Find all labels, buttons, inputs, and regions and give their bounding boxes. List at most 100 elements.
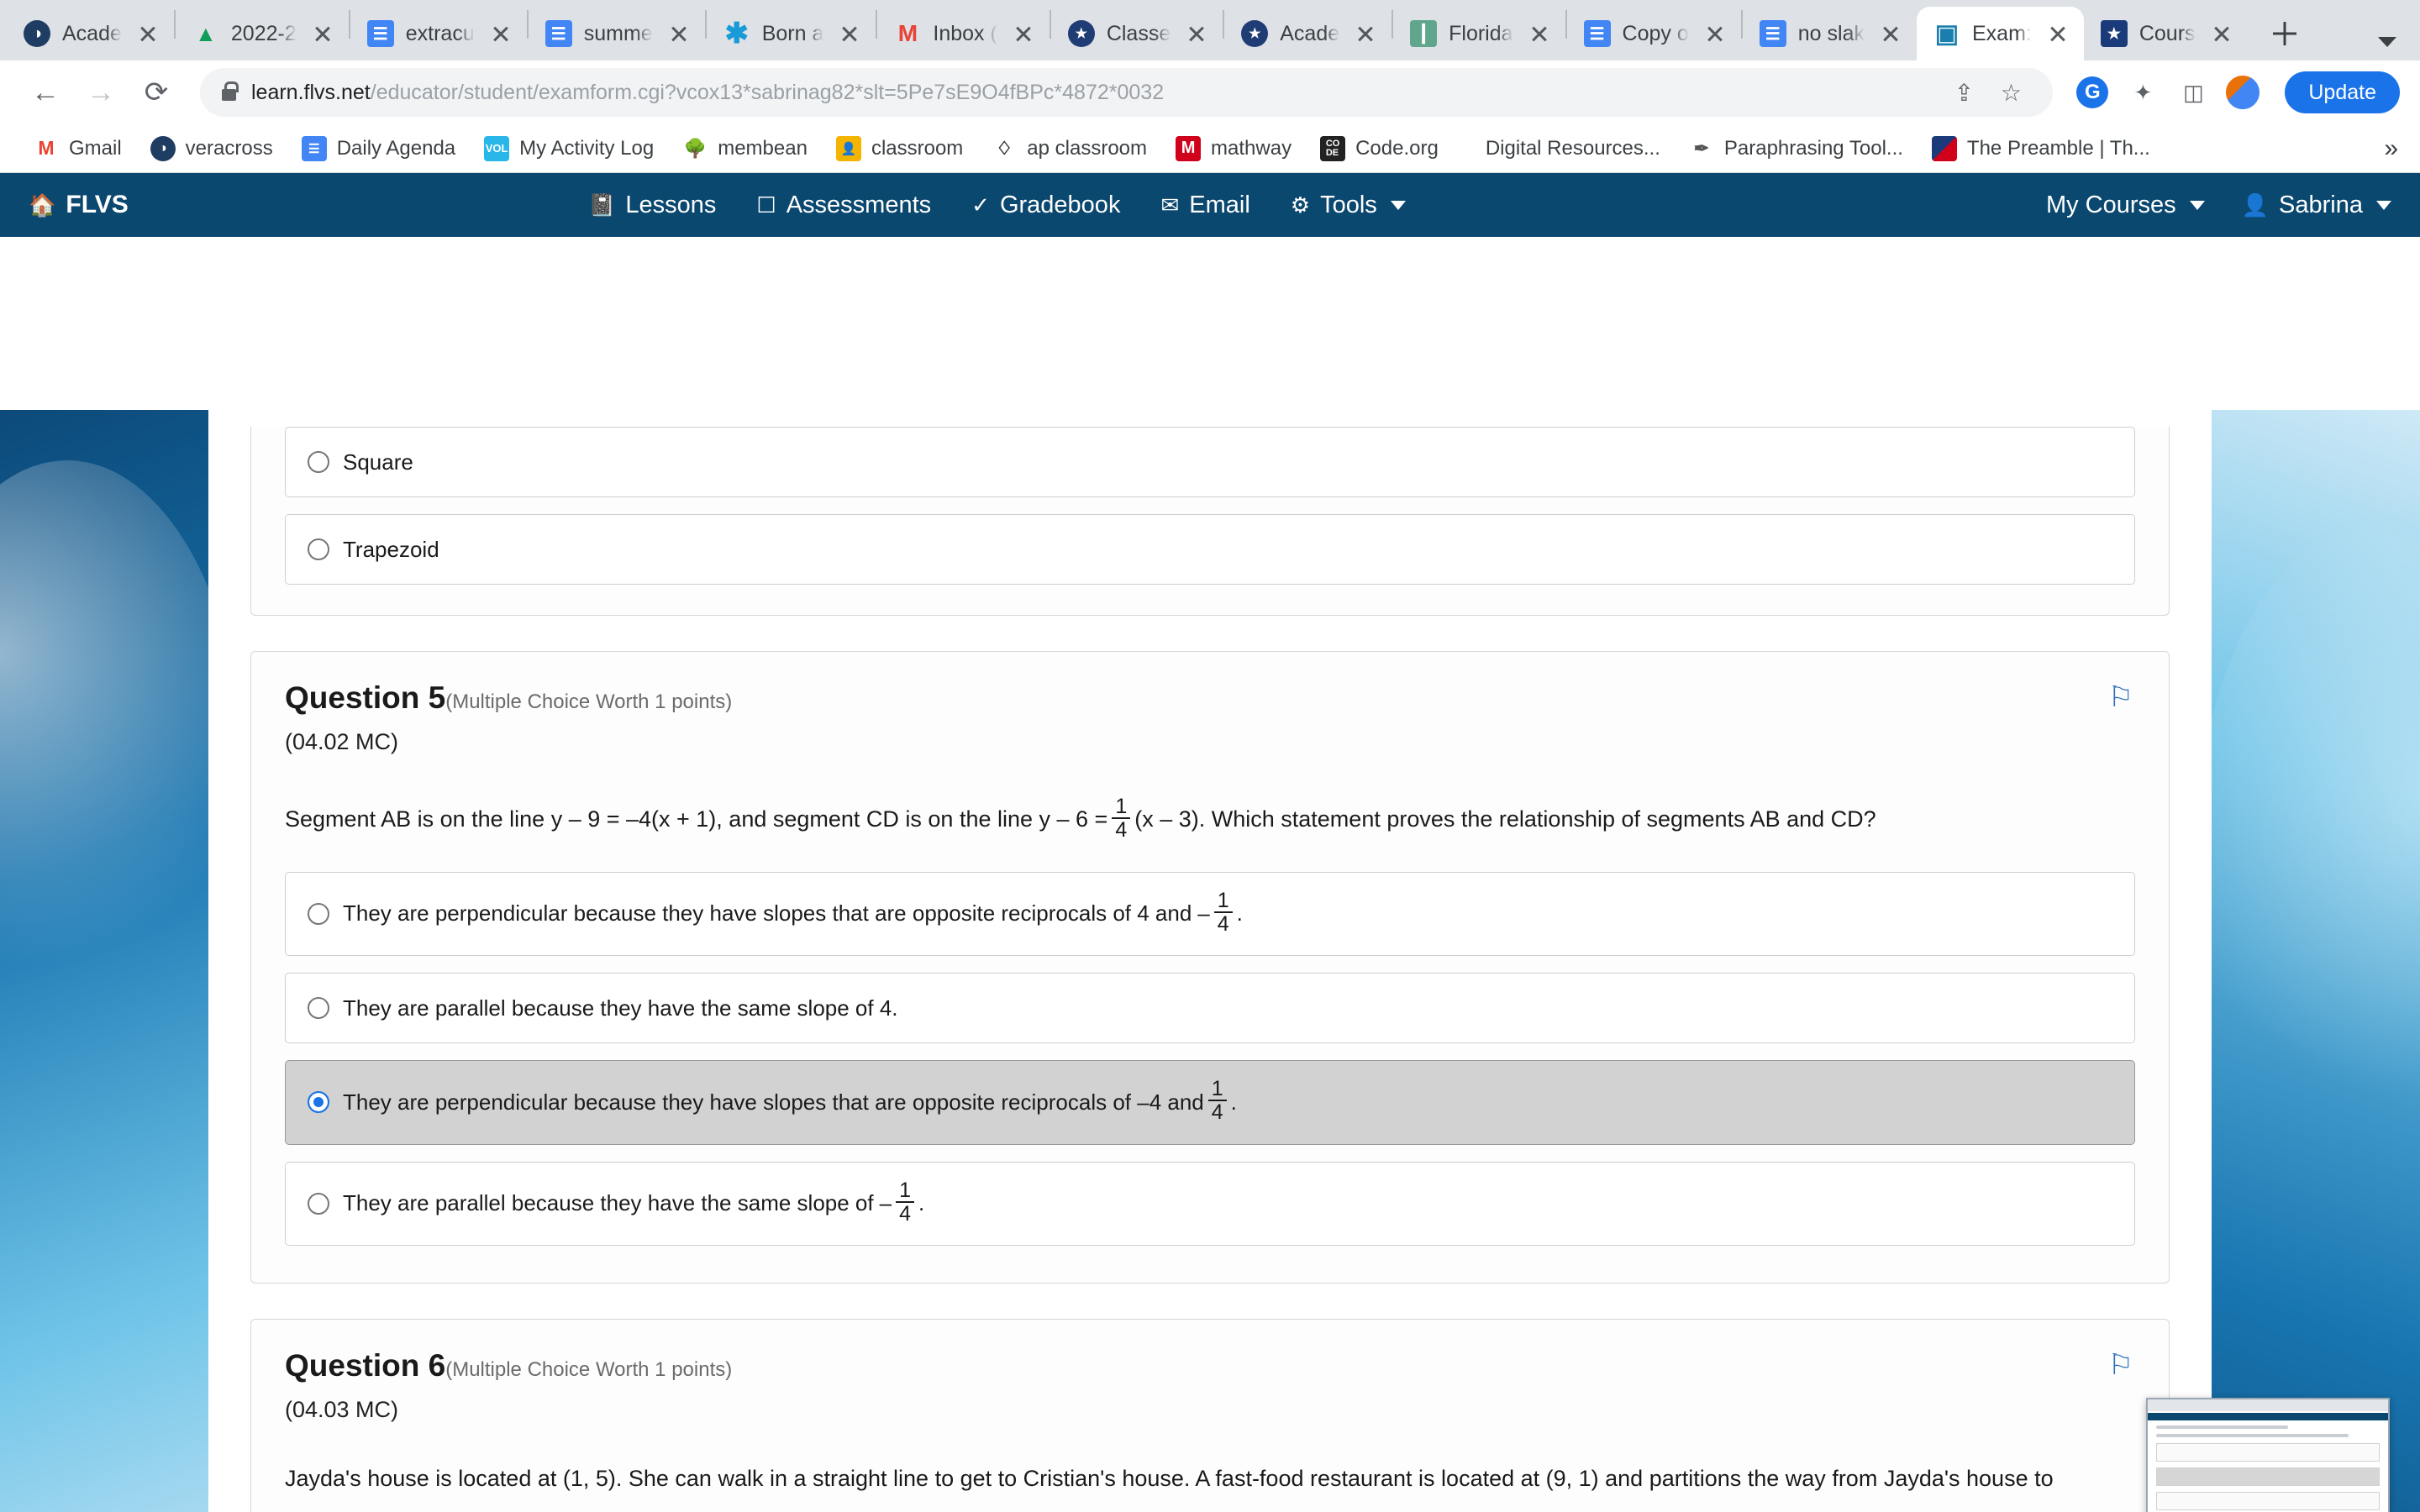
book-icon: 📓 — [588, 192, 616, 218]
question-number: Question 5 — [285, 680, 446, 715]
browser-tab[interactable]: ☰ extracu — [350, 7, 527, 60]
question-stem: Jayda's house is located at (1, 5). She … — [285, 1466, 2054, 1491]
browser-tab[interactable]: ★ Acade — [1224, 7, 1392, 60]
bookmark-paraphrasing-tool[interactable]: ✒ Paraphrasing Tool... — [1677, 131, 1915, 166]
bookmark-label: veracross — [185, 136, 273, 160]
puzzle-extension-icon[interactable]: ✦ — [2123, 73, 2162, 112]
bookmark-classroom[interactable]: 👤 classroom — [824, 131, 975, 166]
bookmark-veracross[interactable]: ◑ veracross — [139, 131, 285, 166]
fraction: 1 4 — [1112, 795, 1131, 842]
page-content: 🏠 FLVS 📓 Lessons ☐ Assessments ✓ Gradebo… — [0, 173, 2420, 1512]
flag-icon[interactable]: ⚐ — [2108, 680, 2133, 714]
option-row-selected[interactable]: They are perpendicular because they have… — [285, 1060, 2135, 1145]
nav-label: Email — [1189, 191, 1250, 218]
bookmark-digital-resources[interactable]: Digital Resources... — [1474, 132, 1672, 165]
option-row[interactable]: They are perpendicular because they have… — [285, 871, 2135, 956]
forward-button[interactable]: → — [76, 67, 126, 118]
flvs-navbar: 🏠 FLVS 📓 Lessons ☐ Assessments ✓ Gradebo… — [0, 173, 2420, 237]
address-bar[interactable]: learn.flvs.net/educator/student/examform… — [200, 68, 2054, 117]
bookmark-daily-agenda[interactable]: ☰ Daily Agenda — [290, 131, 467, 166]
close-icon[interactable] — [1876, 19, 1905, 48]
bookmark-membean[interactable]: 🌳 membean — [671, 131, 819, 166]
radio-icon[interactable] — [308, 902, 329, 925]
flvs-home-link[interactable]: 🏠 FLVS — [29, 191, 129, 219]
fraction-numerator: 1 — [1211, 1077, 1223, 1100]
bookmark-codeorg[interactable]: CO DE Code.org — [1308, 131, 1450, 166]
envelope-icon: ✉ — [1160, 192, 1180, 218]
sidepanel-icon[interactable]: ◫ — [2174, 73, 2212, 112]
share-icon[interactable]: ⇪ — [1944, 72, 1984, 113]
close-icon[interactable] — [1525, 19, 1554, 48]
google-drive-icon: ▲ — [195, 20, 217, 46]
browser-tab[interactable]: ★ Classe — [1051, 7, 1223, 60]
update-button[interactable]: Update — [2285, 71, 2400, 113]
gmail-icon: M — [38, 137, 55, 159]
grammarly-extension-icon[interactable]: G — [2073, 73, 2112, 112]
browser-tab[interactable]: ☰ Copy o — [1567, 7, 1741, 60]
close-icon[interactable] — [487, 19, 515, 48]
nav-email[interactable]: ✉ Email — [1160, 192, 1249, 219]
bookmark-label: membean — [718, 136, 808, 160]
flvs-nav-links: 📓 Lessons ☐ Assessments ✓ Gradebook ✉ Em… — [588, 192, 1406, 219]
option-row[interactable]: They are parallel because they have the … — [285, 1161, 2135, 1246]
new-tab-button[interactable] — [2261, 10, 2308, 57]
bookmark-label: My Activity Log — [519, 136, 655, 160]
close-icon[interactable] — [2044, 19, 2072, 48]
option-row[interactable]: Trapezoid — [285, 514, 2135, 585]
browser-tab[interactable]: M Inbox ( — [877, 7, 1049, 60]
star-icon[interactable]: ☆ — [1991, 72, 2031, 113]
fraction: 1 4 — [1207, 1077, 1227, 1124]
browser-tab[interactable]: ✱ Born a — [707, 7, 876, 60]
browser-tab[interactable]: ▲ 2022-2 — [176, 7, 349, 60]
flag-icon[interactable]: ⚐ — [2108, 1348, 2133, 1382]
browser-tab[interactable]: ☰ no slak — [1743, 7, 1917, 60]
radio-icon[interactable] — [308, 997, 329, 1019]
bookmarks-overflow-button[interactable]: » — [2384, 134, 2398, 163]
radio-icon[interactable] — [308, 538, 329, 560]
nav-gradebook[interactable]: ✓ Gradebook — [971, 192, 1120, 219]
radio-icon[interactable] — [308, 1091, 329, 1114]
close-icon[interactable] — [1351, 19, 1380, 48]
nav-tools[interactable]: ⚙ Tools — [1291, 192, 1406, 219]
bookmark-ap-classroom[interactable]: ♢ ap classroom — [980, 131, 1159, 166]
bookmark-gmail[interactable]: M Gmail — [22, 131, 134, 166]
thumb-line — [2156, 1425, 2289, 1429]
bookmark-label: Paraphrasing Tool... — [1723, 136, 1903, 160]
google-docs-icon: ☰ — [366, 20, 394, 47]
user-menu[interactable]: 👤 Sabrina — [2242, 192, 2391, 219]
close-icon[interactable] — [2207, 19, 2236, 48]
close-icon[interactable] — [1009, 19, 1038, 48]
browser-tab[interactable]: ┃ Florida — [1393, 7, 1565, 60]
radio-icon[interactable] — [308, 451, 329, 473]
bookmark-my-activity-log[interactable]: VOL My Activity Log — [472, 131, 666, 166]
reload-button[interactable]: ⟳ — [131, 67, 182, 118]
browser-tab[interactable]: ★ Cours — [2084, 7, 2248, 60]
option-row[interactable]: They are parallel because they have the … — [285, 973, 2135, 1043]
radio-icon[interactable] — [308, 1192, 329, 1215]
question-meta: (Multiple Choice Worth 1 points) — [445, 1358, 733, 1381]
ap-classroom-icon: ♢ — [996, 137, 1013, 159]
check-icon: ✓ — [971, 192, 990, 218]
close-icon[interactable] — [308, 19, 337, 48]
option-row[interactable]: Square — [285, 427, 2135, 497]
nav-assessments[interactable]: ☐ Assessments — [756, 192, 931, 219]
google-docs-icon: ☰ — [1583, 20, 1611, 47]
my-courses-menu[interactable]: My Courses — [2046, 192, 2205, 219]
back-button[interactable]: ← — [20, 67, 71, 118]
fraction: 1 4 — [1213, 889, 1233, 936]
option-text: They are parallel because they have the … — [343, 995, 898, 1021]
close-icon[interactable] — [1701, 19, 1729, 48]
browser-tab-active[interactable]: ▣ Exam: — [1916, 7, 2084, 60]
browser-tab[interactable]: ☰ summe — [529, 7, 705, 60]
bookmark-mathway[interactable]: M mathway — [1164, 131, 1303, 166]
close-icon[interactable] — [835, 19, 864, 48]
nav-lessons[interactable]: 📓 Lessons — [588, 192, 716, 219]
close-icon[interactable] — [134, 19, 162, 48]
tab-list-button[interactable] — [2378, 37, 2396, 47]
browser-tab[interactable]: ◑ Acade — [7, 7, 174, 60]
close-icon[interactable] — [1182, 19, 1211, 48]
fraction-numerator: 1 — [1115, 795, 1128, 818]
avatar[interactable] — [2224, 74, 2262, 111]
close-icon[interactable] — [665, 19, 693, 48]
bookmark-the-preamble[interactable]: The Preamble | Th... — [1920, 131, 2162, 166]
